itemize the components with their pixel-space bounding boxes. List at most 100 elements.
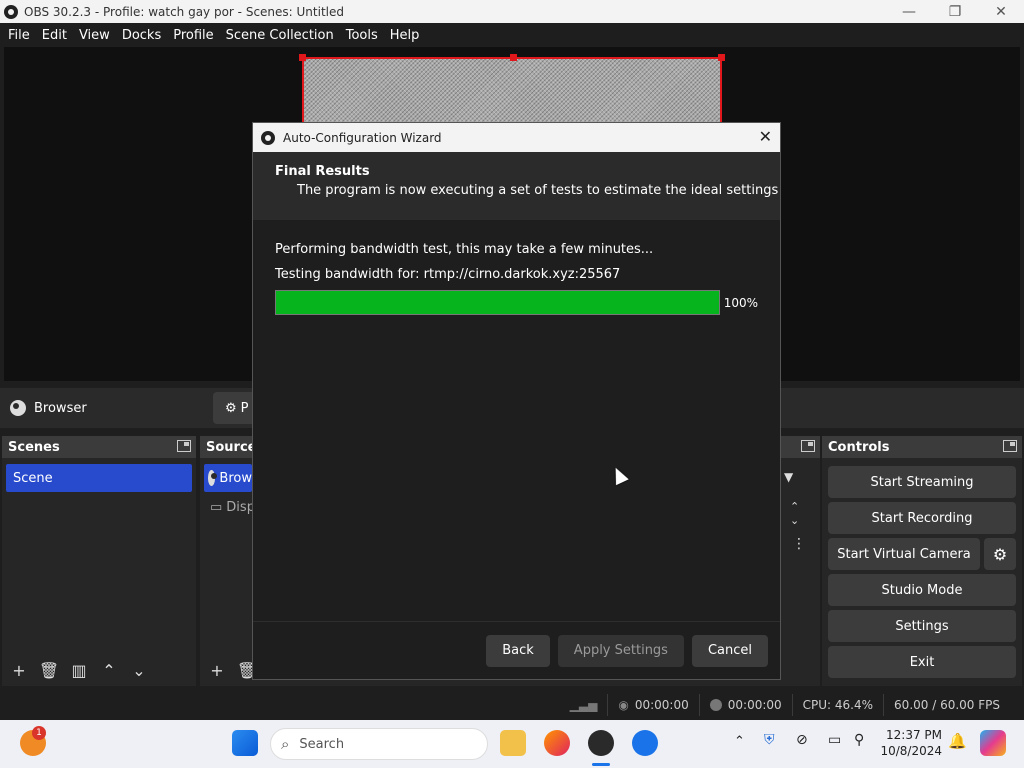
status-bar: ▁▃▅ ◉ 00:00:00 00:00:00 CPU: 46.4% 60.00…: [0, 690, 1024, 720]
network-icon[interactable]: ⊘: [796, 732, 808, 748]
start-virtual-camera-button[interactable]: Start Virtual Camera: [828, 538, 980, 570]
window-controls: — ❐ ✕: [886, 0, 1024, 23]
bandwidth-status-text: Performing bandwidth test, this may take…: [275, 242, 654, 257]
cancel-button[interactable]: Cancel: [691, 634, 768, 667]
obs-logo-icon: [261, 130, 275, 145]
stream-status: ◉ 00:00:00: [607, 694, 698, 716]
cpu-usage: CPU: 46.4%: [791, 694, 883, 716]
monitor-icon: ▭: [210, 500, 223, 515]
scenes-dock-title: Scenes: [8, 439, 60, 455]
virtual-camera-row: Start Virtual Camera ⚙: [828, 538, 1016, 570]
display-icon[interactable]: ▭: [828, 732, 841, 748]
filter-icon[interactable]: ▥: [66, 657, 92, 683]
clock-date: 10/8/2024: [880, 744, 942, 758]
menu-file[interactable]: File: [2, 28, 36, 43]
resize-handle-tr[interactable]: [718, 54, 725, 61]
close-window-button[interactable]: ✕: [978, 0, 1024, 23]
chrome-icon[interactable]: [632, 730, 658, 756]
chevron-down-icon[interactable]: ⌄: [126, 657, 152, 683]
accessibility-icon[interactable]: ⚲: [854, 732, 864, 748]
chevron-up-icon[interactable]: ⌃: [734, 734, 745, 749]
dialog-close-icon[interactable]: ✕: [759, 127, 772, 146]
obs-logo-icon: [4, 4, 18, 19]
auto-config-wizard-dialog: Auto-Configuration Wizard ✕ Final Result…: [252, 122, 781, 680]
window-title: OBS 30.2.3 - Profile: watch gay por - Sc…: [24, 4, 344, 19]
dialog-header-title: Final Results: [275, 164, 370, 179]
dialog-body: Performing bandwidth test, this may take…: [253, 220, 780, 315]
audio-scroll-arrows[interactable]: ⌃ ⌄: [790, 500, 799, 528]
menu-tools[interactable]: Tools: [340, 28, 384, 43]
virtual-camera-settings-gear-icon[interactable]: ⚙: [984, 538, 1016, 570]
more-options-icon[interactable]: ⋮: [792, 536, 806, 552]
bandwidth-server-text: Testing bandwidth for: rtmp://cirno.dark…: [275, 267, 621, 282]
menu-bar: File Edit View Docks Profile Scene Colle…: [0, 23, 1024, 47]
exit-button[interactable]: Exit: [828, 646, 1016, 678]
record-dot-icon: [709, 699, 722, 711]
sources-dock-title: Source: [206, 439, 257, 455]
record-time: 00:00:00: [727, 698, 782, 712]
taskbar-clock[interactable]: 12:37 PM 10/8/2024: [880, 727, 942, 759]
scene-item-label: Scene: [13, 470, 53, 486]
progress-percent: 100%: [723, 295, 758, 310]
studio-mode-button[interactable]: Studio Mode: [828, 574, 1016, 606]
dialog-titlebar: Auto-Configuration Wizard ✕: [253, 123, 780, 152]
progress-bar: [275, 290, 720, 315]
fps-status: 60.00 / 60.00 FPS: [883, 694, 1010, 716]
copilot-icon[interactable]: [980, 730, 1006, 756]
undock-icon[interactable]: [1003, 440, 1017, 452]
add-icon[interactable]: +: [6, 657, 32, 683]
fps-text: 60.00 / 60.00 FPS: [894, 698, 1000, 712]
gear-icon: ⚙: [225, 400, 237, 416]
shield-icon[interactable]: ⛨: [764, 732, 775, 748]
obs-taskbar-icon[interactable]: [588, 730, 614, 756]
cpu-usage-text: CPU: 46.4%: [802, 698, 874, 712]
menu-edit[interactable]: Edit: [36, 28, 73, 43]
dialog-footer: Back Apply Settings Cancel: [253, 621, 780, 679]
chevron-down-icon[interactable]: ▼: [784, 470, 793, 484]
active-app-indicator: [592, 763, 610, 766]
apply-settings-button[interactable]: Apply Settings: [557, 634, 684, 667]
file-explorer-icon[interactable]: [500, 730, 526, 756]
source-item-label: Disp: [226, 500, 255, 515]
signal-bars-icon: ▁▃▅: [569, 698, 598, 712]
trash-icon[interactable]: 🗑: [36, 657, 62, 683]
scenes-dock-footer: + 🗑 ▥ ⌃ ⌄: [2, 654, 196, 686]
scenes-dock-header: Scenes: [2, 436, 196, 458]
stream-icon: ◉: [618, 698, 629, 712]
firefox-icon[interactable]: [544, 730, 570, 756]
clock-time: 12:37 PM: [886, 728, 942, 742]
search-placeholder: Search: [299, 736, 345, 752]
controls-dock-title: Controls: [828, 439, 890, 455]
resize-handle-top[interactable]: [510, 54, 517, 61]
scene-list-item[interactable]: Scene: [6, 464, 192, 492]
controls-dock-header: Controls: [822, 436, 1022, 458]
menu-scene-collection[interactable]: Scene Collection: [220, 28, 340, 43]
undock-icon[interactable]: [801, 440, 815, 452]
undock-icon[interactable]: [177, 440, 191, 452]
add-icon[interactable]: +: [204, 657, 230, 683]
dialog-header: Final Results The program is now executi…: [253, 152, 780, 220]
menu-help[interactable]: Help: [384, 28, 426, 43]
menu-view[interactable]: View: [73, 28, 116, 43]
notification-badge: 1: [32, 726, 46, 740]
windows-start-icon[interactable]: [232, 730, 258, 756]
settings-button[interactable]: Settings: [828, 610, 1016, 642]
start-recording-button[interactable]: Start Recording: [828, 502, 1016, 534]
windows-taskbar: 1 ⌕ Search ⌃ ⛨ ⊘ ▭ ⚲ 12:37 PM 10/8/2024 …: [0, 720, 1024, 768]
bell-icon[interactable]: 🔔: [948, 732, 967, 750]
dialog-title: Auto-Configuration Wizard: [283, 130, 442, 145]
resize-handle-tl[interactable]: [299, 54, 306, 61]
back-button[interactable]: Back: [486, 634, 550, 667]
taskbar-search[interactable]: ⌕ Search: [270, 728, 488, 760]
maximize-button[interactable]: ❐: [932, 0, 978, 23]
minimize-button[interactable]: —: [886, 0, 932, 23]
selected-source-name: Browser: [34, 400, 87, 416]
source-item-label: Brow: [219, 470, 252, 486]
search-icon: ⌕: [281, 735, 290, 753]
progress-bar-fill: [276, 291, 719, 314]
chevron-up-icon[interactable]: ⌃: [96, 657, 122, 683]
menu-profile[interactable]: Profile: [167, 28, 219, 43]
menu-docks[interactable]: Docks: [116, 28, 167, 43]
source-list-item[interactable]: Brow: [204, 464, 252, 492]
start-streaming-button[interactable]: Start Streaming: [828, 466, 1016, 498]
